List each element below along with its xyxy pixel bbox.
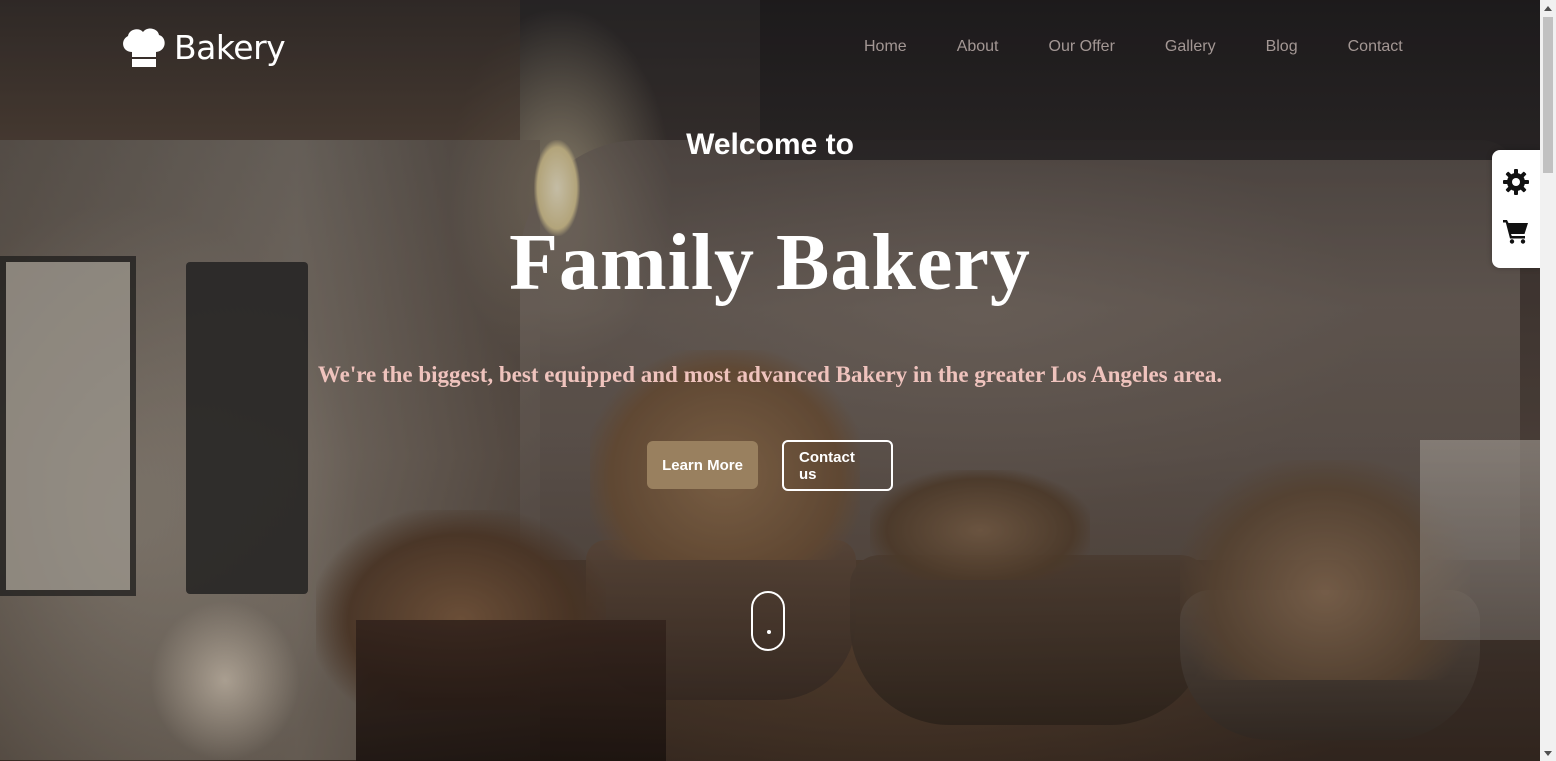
hero-welcome-text: Welcome to [686, 128, 854, 161]
hero-buttons: Learn More Contact us [647, 440, 893, 491]
nav-item-our-offer[interactable]: Our Offer [1049, 37, 1115, 57]
hero-subtitle: We're the biggest, best equipped and mos… [317, 362, 1223, 387]
scroll-up-arrow-icon[interactable] [1540, 0, 1556, 16]
main-nav: Home About Our Offer Gallery Blog Contac… [864, 37, 1453, 57]
nav-item-blog[interactable]: Blog [1266, 37, 1298, 57]
scroll-dot [767, 630, 771, 634]
nav-item-about[interactable]: About [957, 37, 999, 57]
contact-us-button[interactable]: Contact us [782, 440, 893, 491]
site-logo[interactable]: Bakery [120, 26, 286, 68]
mouse-scroll-icon[interactable] [751, 591, 785, 651]
scroll-down-arrow-icon[interactable] [1540, 745, 1556, 761]
logo-text: Bakery [174, 27, 286, 67]
nav-item-gallery[interactable]: Gallery [1165, 37, 1216, 57]
learn-more-button[interactable]: Learn More [647, 441, 758, 489]
nav-item-home[interactable]: Home [864, 37, 907, 57]
page-scrollbar[interactable] [1540, 0, 1556, 761]
hero-title: Family Bakery [509, 219, 1031, 307]
gear-icon[interactable] [1502, 168, 1530, 196]
nav-item-contact[interactable]: Contact [1348, 37, 1403, 57]
scrollbar-thumb[interactable] [1543, 17, 1553, 173]
side-widget [1492, 150, 1540, 268]
chef-hat-icon [123, 28, 165, 67]
cart-icon[interactable] [1502, 217, 1530, 245]
